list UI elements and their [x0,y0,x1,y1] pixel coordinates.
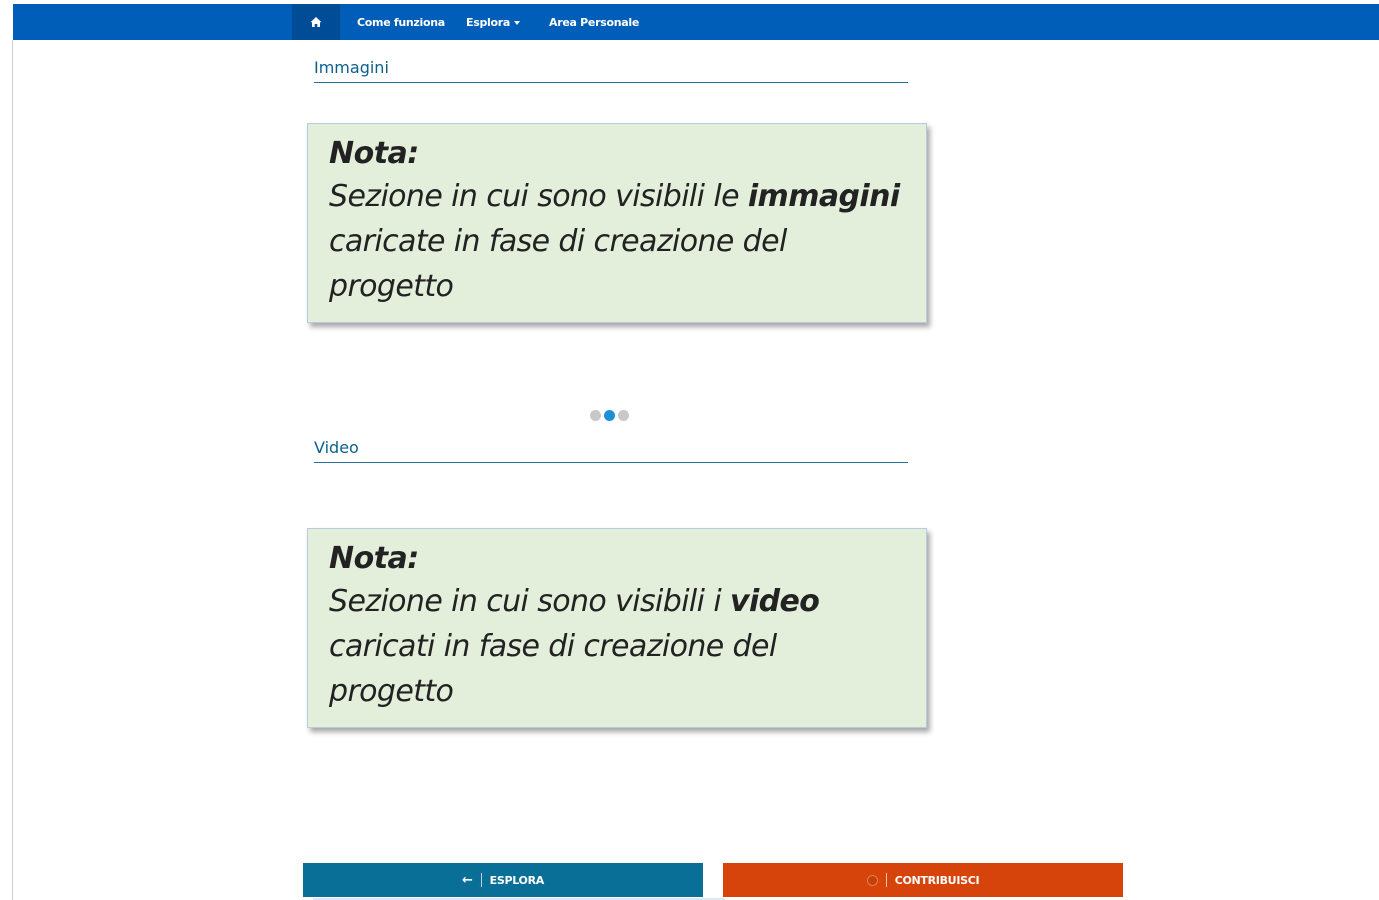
button-separator [480,873,482,887]
nav-come-funziona-label: Come funziona [357,15,445,29]
carousel-dot-active[interactable] [604,410,615,421]
nav-esplora-label: Esplora [466,15,511,29]
video-note-title: Nota: [329,541,419,576]
images-note-box: Nota: Sezione in cui sono visibili le im… [307,123,927,323]
contribute-button[interactable]: CONTRIBUISCI [723,863,1123,897]
video-note-text-start: Sezione in cui sono visibili i [329,584,731,619]
nav-esplora-dropdown[interactable]: Esplora [466,4,521,40]
page-left-border [12,40,13,900]
video-note-box: Nota: Sezione in cui sono visibili i vid… [307,528,927,728]
carousel-dot[interactable] [590,410,601,421]
video-section-heading: Video [314,438,908,463]
carousel-dot[interactable] [618,410,629,421]
video-note-text-end: caricati in fase di creazione del proget… [329,629,777,709]
nav-area-personale-label: Area Personale [549,15,639,29]
nav-area-personale[interactable]: Area Personale [549,4,639,40]
images-note-text-end: caricate in fase di creazione del proget… [329,224,787,304]
images-note-title: Nota: [329,136,419,171]
images-note-text: Sezione in cui sono visibili le immagini… [329,174,906,309]
video-note-text: Sezione in cui sono visibili i video car… [329,579,906,714]
images-section-heading: Immagini [314,58,908,83]
button-separator [885,873,887,887]
arrow-left-icon: ← [462,872,473,888]
explore-button[interactable]: ← ESPLORA [303,863,703,897]
caret-down-icon [514,20,521,25]
coin-icon [866,874,878,886]
carousel-dots [590,410,629,421]
home-icon [310,13,322,32]
images-note-text-start: Sezione in cui sono visibili le [329,179,748,214]
video-note-text-bold: video [730,584,820,619]
images-note-text-bold: immagini [747,179,900,214]
nav-come-funziona[interactable]: Come funziona [357,4,445,40]
contribute-button-label: CONTRIBUISCI [894,873,980,887]
nav-home-button[interactable] [292,4,340,40]
explore-button-label: ESPLORA [489,873,545,887]
page: Come funziona Esplora Area Personale Imm… [0,0,1379,900]
top-navbar: Come funziona Esplora Area Personale [13,4,1379,40]
